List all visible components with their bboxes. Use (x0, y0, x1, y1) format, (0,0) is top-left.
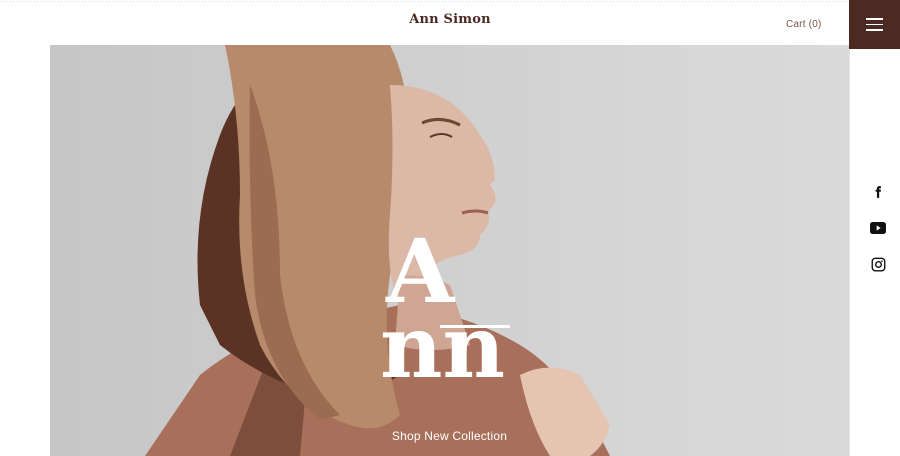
side-divider (849, 49, 850, 456)
hamburger-menu-icon (866, 14, 883, 35)
menu-button[interactable] (849, 0, 900, 49)
hero-banner: A nn Shop New Collection (50, 45, 849, 456)
hero-title-line2: nn (380, 297, 506, 399)
hero-underline (440, 325, 510, 328)
top-border (0, 0, 849, 4)
instagram-icon[interactable] (866, 252, 890, 276)
brand-logo[interactable]: Ann Simon (0, 12, 900, 27)
hero-title: A nn (380, 227, 510, 399)
cart-link[interactable]: Cart (0) (786, 19, 822, 30)
youtube-icon[interactable] (866, 216, 890, 240)
facebook-icon[interactable] (866, 180, 890, 204)
shop-collection-link[interactable]: Shop New Collection (50, 429, 849, 443)
